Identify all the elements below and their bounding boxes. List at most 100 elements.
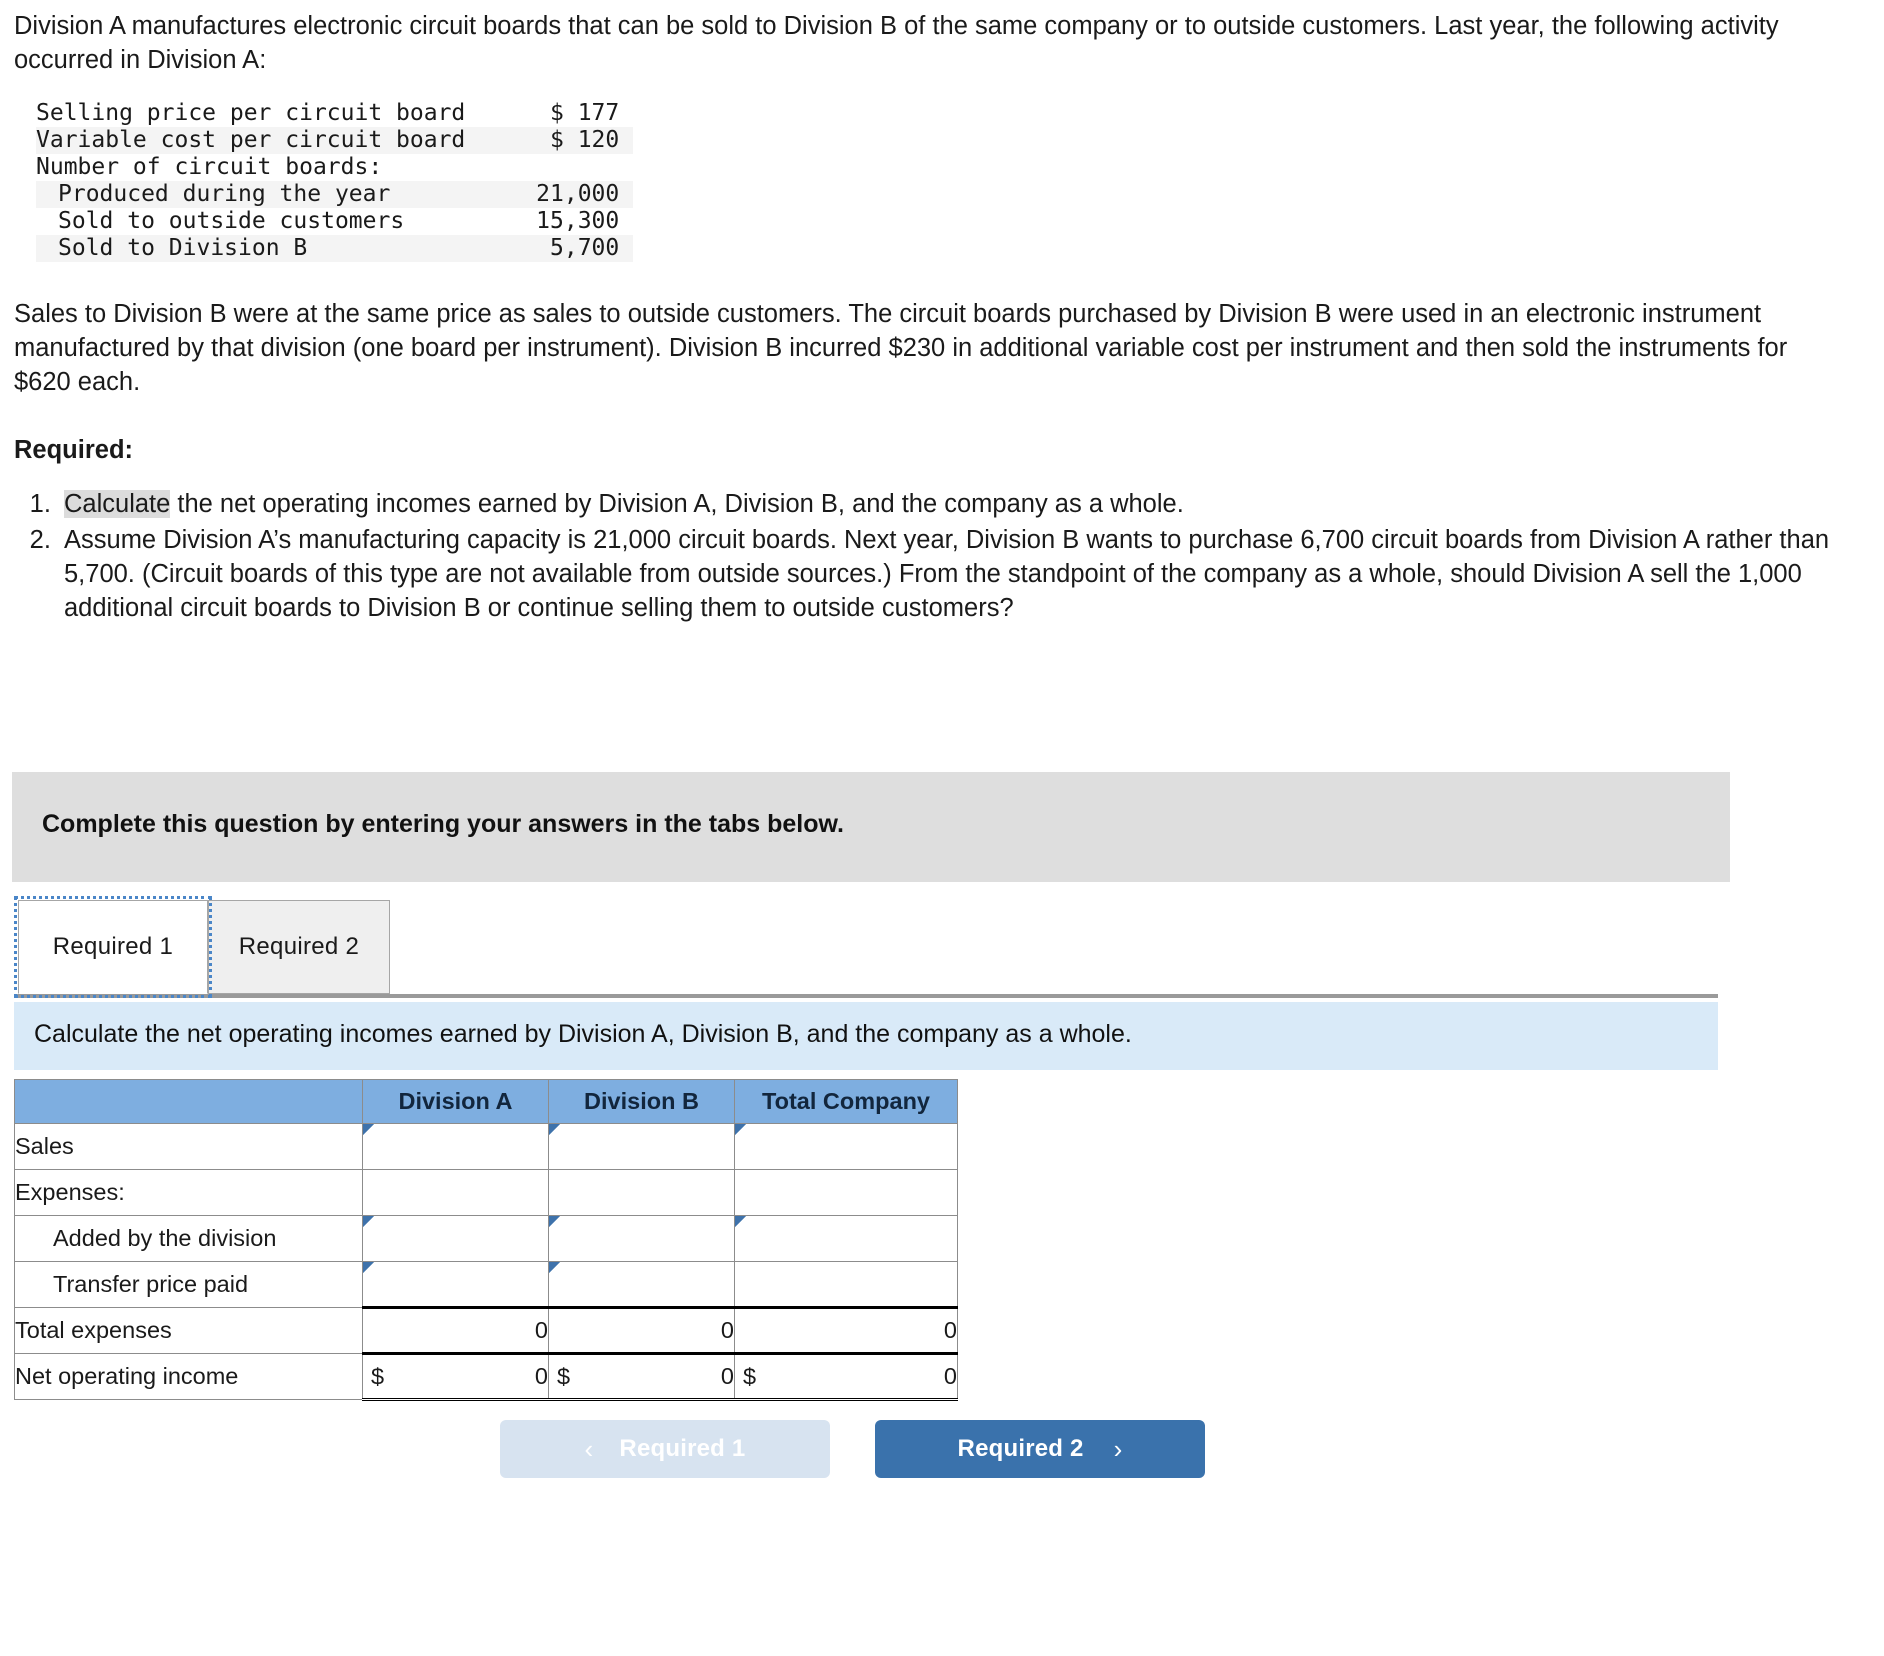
answer-row-label: Sales: [14, 1123, 363, 1170]
cell-flag-icon: [735, 1216, 746, 1227]
prev-required-1-button[interactable]: ‹ Required 1: [500, 1420, 830, 1478]
sub-instruction-bar: Calculate the net operating incomes earn…: [14, 1002, 1718, 1070]
tab-required-1[interactable]: Required 1: [14, 896, 212, 998]
answer-table-row: Transfer price paid: [14, 1261, 958, 1308]
given-data-value: [499, 154, 633, 181]
answer-computed-cell: $0: [734, 1352, 958, 1401]
intro-paragraph: Division A manufactures electronic circu…: [14, 12, 1779, 74]
answer-computed-cell: $0: [362, 1352, 549, 1401]
currency-symbol: $: [557, 1363, 571, 1389]
given-data-label: Sold to Division B: [36, 235, 500, 263]
answer-table: Division A Division B Total Company Sale…: [14, 1079, 958, 1401]
tab-underline: [14, 994, 1718, 998]
answer-computed-cell: 0: [548, 1306, 735, 1354]
answer-row-label: Total expenses: [14, 1307, 363, 1354]
currency-symbol: $: [743, 1363, 757, 1389]
required-heading: Required:: [14, 435, 134, 464]
answer-table-row: Total expenses 0 0 0: [14, 1306, 958, 1354]
given-data-value: $ 177: [550, 99, 620, 126]
answer-input-cell[interactable]: [362, 1123, 549, 1170]
answer-table-row: Added by the division: [14, 1215, 958, 1262]
scenario-paragraph: Sales to Division B were at the same pri…: [14, 300, 1788, 396]
answer-input-cell[interactable]: [362, 1215, 549, 1262]
given-data-row: Sold to outside customers 15,300: [36, 208, 633, 235]
prev-button-label: Required 1: [619, 1435, 746, 1462]
answer-table-wrap: Division A Division B Total Company Sale…: [14, 1079, 958, 1401]
requirement-highlight: Calculate: [64, 489, 171, 518]
answer-computed-value: 0: [720, 1317, 734, 1343]
requirement-text: the net operating incomes earned by Divi…: [170, 489, 1184, 518]
given-data-label: Selling price per circuit board: [36, 99, 466, 126]
requirement-text: Assume Division A’s manufacturing capaci…: [64, 526, 1830, 623]
given-data-row: Selling price per circuit board $ 177: [36, 100, 633, 127]
answer-computed-value: 0: [720, 1363, 734, 1389]
chevron-right-icon: ›: [1113, 1433, 1123, 1464]
answer-row-label: Expenses:: [14, 1169, 363, 1216]
answer-table-row: Expenses:: [14, 1169, 958, 1216]
given-data-value: $ 120: [499, 126, 634, 154]
requirements-list: Calculate the net operating incomes earn…: [0, 487, 1848, 626]
answer-computed-cell: $0: [548, 1352, 735, 1401]
next-button-label: Required 2: [957, 1435, 1084, 1462]
answer-computed-cell: 0: [734, 1306, 958, 1354]
given-data-value: 15,300: [536, 208, 620, 235]
cell-flag-icon: [549, 1124, 560, 1135]
given-data-body: Selling price per circuit board $ 177 Vari…: [36, 100, 634, 263]
requirement-item: Calculate the net operating incomes earn…: [58, 487, 1848, 521]
tab-required-2-label: Required 2: [238, 933, 360, 960]
given-data-row: Produced during the year 21,000: [36, 181, 634, 209]
answer-row-label: Transfer price paid: [14, 1261, 363, 1308]
answer-blank-cell: [734, 1261, 958, 1308]
given-data-row: Variable cost per circuit board $ 120: [36, 126, 634, 154]
cell-flag-icon: [363, 1262, 374, 1273]
answer-input-cell[interactable]: [362, 1261, 549, 1308]
answer-input-cell[interactable]: [734, 1215, 958, 1262]
question-page: Division A manufactures electronic circu…: [0, 0, 1884, 1656]
instruction-bar-text: Complete this question by entering your …: [42, 810, 844, 838]
chevron-left-icon: ‹: [584, 1433, 594, 1464]
cell-flag-icon: [549, 1262, 560, 1273]
answer-header-division-b: Division B: [548, 1079, 735, 1124]
answer-table-body: Sales Expenses: Added by the division Trans…: [14, 1123, 958, 1401]
tab-required-2[interactable]: Required 2: [208, 900, 390, 994]
answer-input-cell[interactable]: [548, 1123, 735, 1170]
answer-header-blank: [14, 1079, 363, 1124]
answer-blank-cell: [362, 1169, 549, 1216]
answer-computed-value: 0: [943, 1317, 957, 1343]
given-data-row: Number of circuit boards:: [36, 154, 633, 181]
given-data-table: Selling price per circuit board $ 177 Vari…: [36, 100, 634, 263]
answer-computed-value: 0: [943, 1363, 957, 1389]
cell-flag-icon: [549, 1216, 560, 1227]
currency-symbol: $: [371, 1363, 385, 1389]
answer-input-cell[interactable]: [734, 1123, 958, 1170]
instruction-bar: Complete this question by entering your …: [12, 772, 1730, 882]
given-data-label: Variable cost per circuit board: [36, 126, 500, 154]
answer-computed-cell: 0: [362, 1306, 549, 1354]
answer-header-row: Division A Division B Total Company: [14, 1079, 958, 1124]
answer-header-total-company: Total Company: [734, 1079, 958, 1124]
cell-flag-icon: [363, 1216, 374, 1227]
answer-table-row: Net operating income $0 $0 $0: [14, 1352, 958, 1401]
answer-table-row: Sales: [14, 1123, 958, 1170]
answer-input-cell[interactable]: [548, 1261, 735, 1308]
answer-table-head: Division A Division B Total Company: [14, 1079, 958, 1124]
answer-input-cell[interactable]: [548, 1215, 735, 1262]
tab-required-1-label: Required 1: [52, 933, 174, 960]
given-data-value: 21,000: [499, 181, 634, 209]
given-data-label: Produced during the year: [36, 181, 500, 209]
given-data-row: Sold to Division B 5,700: [36, 235, 634, 263]
answer-row-label: Added by the division: [14, 1215, 363, 1262]
cell-flag-icon: [735, 1124, 746, 1135]
answer-row-label: Net operating income: [14, 1353, 363, 1400]
tab-strip: Required 1 Required 2: [14, 896, 1718, 1000]
requirement-item: Assume Division A’s manufacturing capaci…: [58, 523, 1848, 625]
given-data-label: Number of circuit boards:: [36, 153, 383, 180]
answer-blank-cell: [548, 1169, 735, 1216]
next-required-2-button[interactable]: Required 2 ›: [875, 1420, 1205, 1478]
given-data-value: 5,700: [499, 235, 634, 263]
given-data-label: Sold to outside customers: [58, 208, 405, 235]
sub-instruction-text: Calculate the net operating incomes earn…: [34, 1020, 1132, 1048]
nav-buttons: ‹ Required 1 Required 2 ›: [500, 1420, 1205, 1478]
answer-header-division-a: Division A: [362, 1079, 549, 1124]
answer-computed-value: 0: [534, 1363, 548, 1389]
